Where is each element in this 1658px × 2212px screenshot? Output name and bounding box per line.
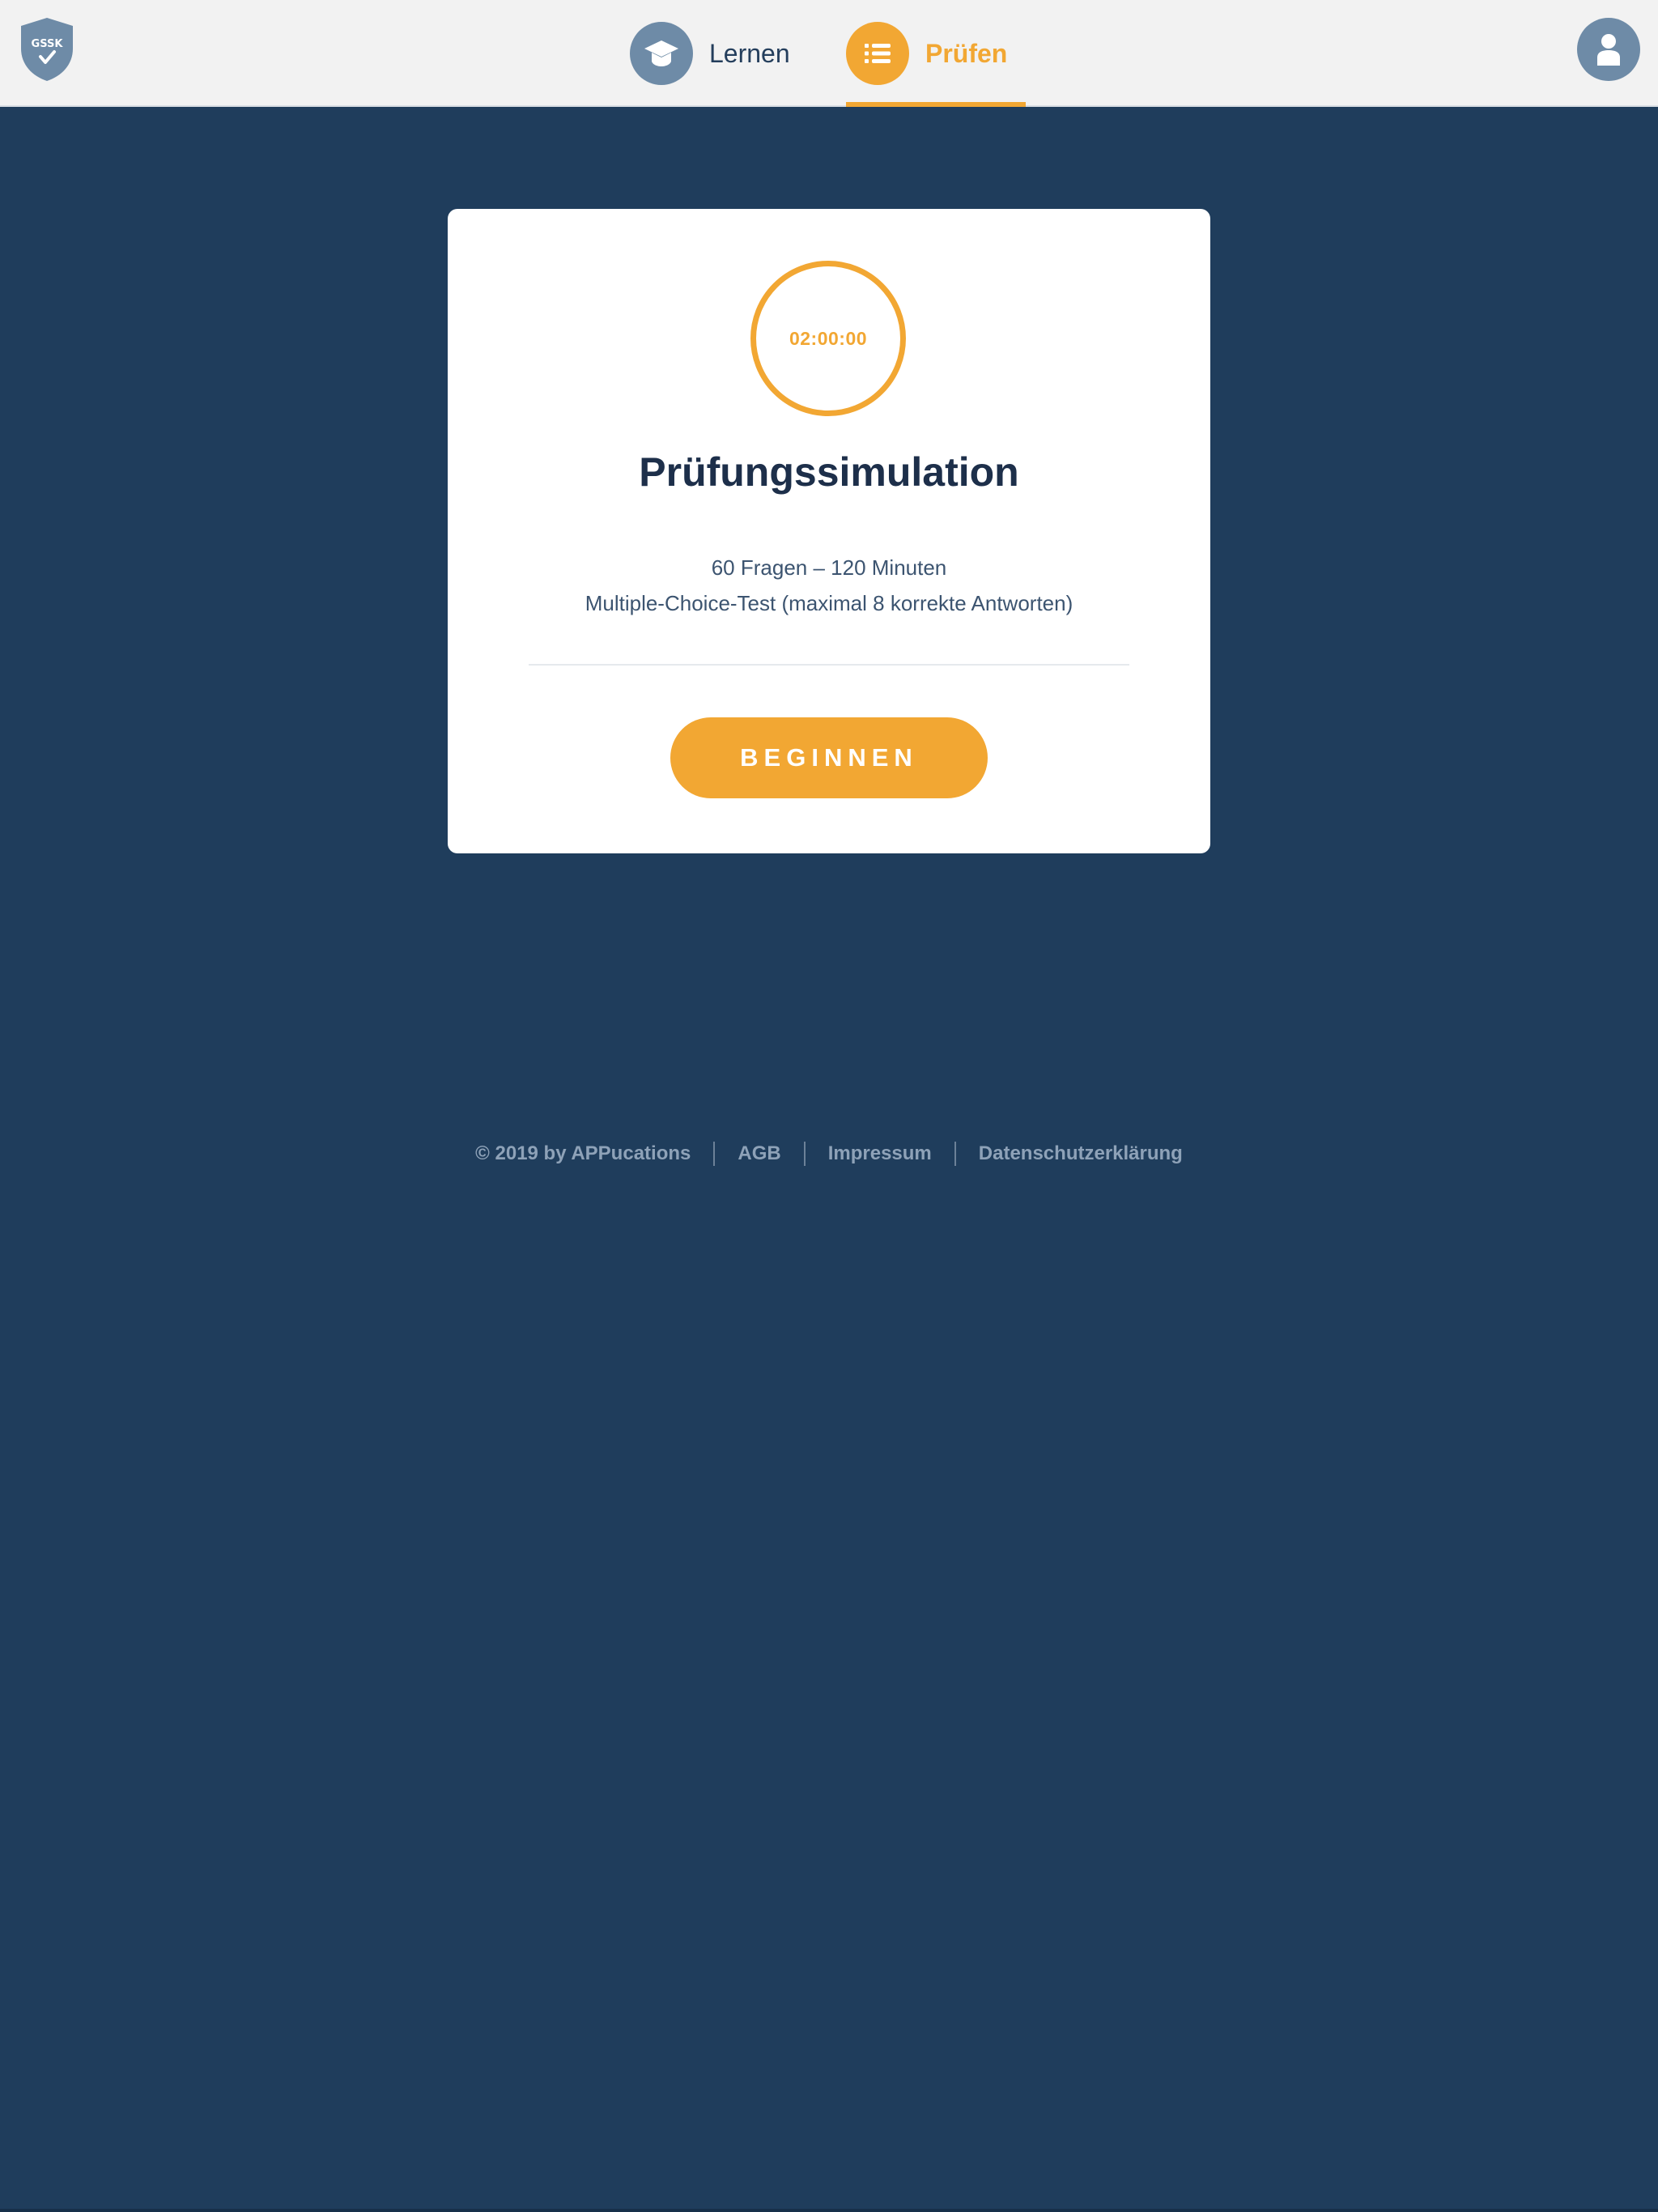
active-tab-indicator <box>846 102 1026 107</box>
divider <box>529 664 1129 666</box>
footer-link-agb[interactable]: AGB <box>738 1142 780 1165</box>
tab-pruefen[interactable]: Prüfen <box>846 0 1026 107</box>
user-icon[interactable] <box>1577 18 1640 81</box>
timer-value: 02:00:00 <box>789 327 868 349</box>
footer-separator <box>713 1142 716 1166</box>
copyright-text: © 2019 by APPucations <box>475 1142 691 1164</box>
footer-separator <box>803 1142 806 1166</box>
logo-text: GSSK <box>32 38 64 50</box>
top-navigation-bar: GSSK Lernen Prüfen <box>0 0 1658 107</box>
tab-lernen-label: Lernen <box>709 38 790 68</box>
page-title: Prüfungssimulation <box>639 449 1019 495</box>
tab-pruefen-label: Prüfen <box>925 38 1008 68</box>
bottom-edge <box>0 2209 1658 2212</box>
footer-link-datenschutz[interactable]: Datenschutzerklärung <box>979 1142 1183 1165</box>
user-silhouette <box>1597 34 1620 66</box>
timer-ring: 02:00:00 <box>750 261 906 416</box>
begin-button[interactable]: BEGINNEN <box>670 717 988 798</box>
exam-info-format: Multiple-Choice-Test (maximal 8 korrekte… <box>585 591 1073 615</box>
shield-logo-graphic: GSSK <box>21 18 73 81</box>
exam-info-questions: 60 Fragen – 120 Minuten <box>711 555 947 580</box>
shield-logo-icon[interactable]: GSSK <box>18 16 76 83</box>
footer-separator <box>954 1142 956 1166</box>
footer-link-impressum[interactable]: Impressum <box>828 1142 932 1165</box>
tab-lernen[interactable]: Lernen <box>630 0 790 107</box>
graduation-cap-icon <box>630 22 693 85</box>
footer: © 2019 by APPucations AGB Impressum Date… <box>0 1142 1658 1166</box>
exam-simulation-card: 02:00:00 Prüfungssimulation 60 Fragen – … <box>448 209 1210 853</box>
list-icon <box>846 22 909 85</box>
